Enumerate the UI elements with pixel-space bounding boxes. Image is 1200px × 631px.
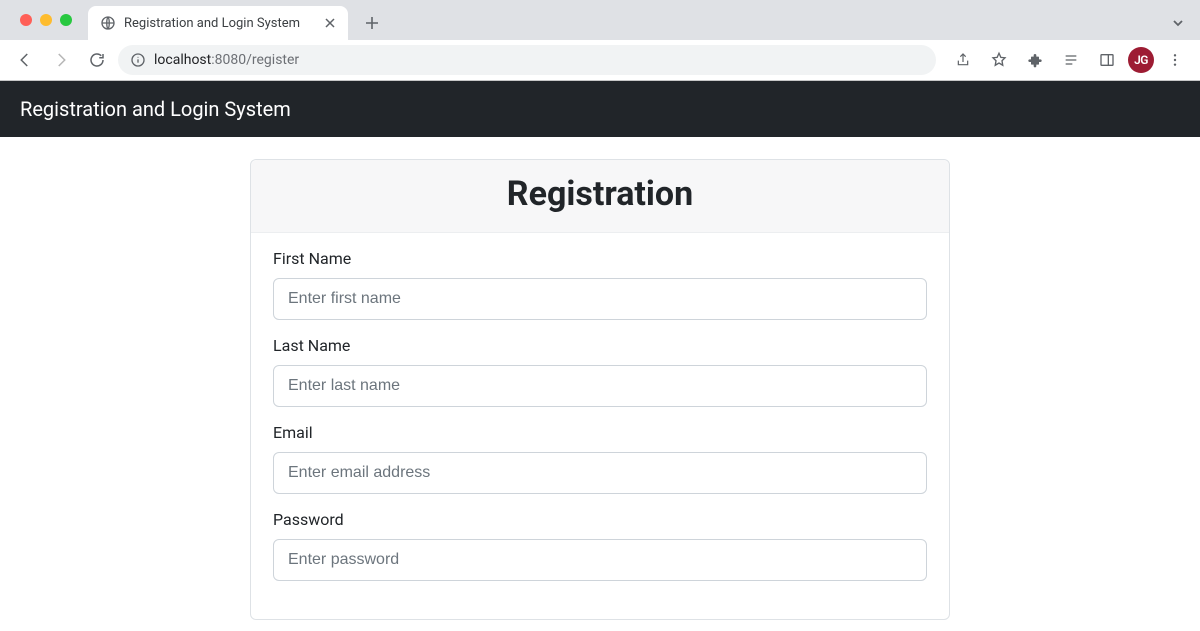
first-name-input[interactable] (273, 278, 927, 320)
page-viewport: Registration and Login System Registrati… (0, 81, 1200, 631)
url-text: localhost:8080/register (154, 52, 299, 68)
card-body: First Name Last Name Email Password (251, 233, 949, 619)
extensions-icon[interactable] (1020, 45, 1050, 75)
browser-toolbar: localhost:8080/register (0, 40, 1200, 80)
form-group-last-name: Last Name (273, 336, 927, 407)
window-close-button[interactable] (20, 14, 32, 26)
window-minimize-button[interactable] (40, 14, 52, 26)
toolbar-actions: JG (942, 45, 1190, 75)
side-panel-icon[interactable] (1092, 45, 1122, 75)
url-host: localhost (154, 52, 211, 68)
browser-chrome: Registration and Login System (0, 0, 1200, 81)
form-group-first-name: First Name (273, 249, 927, 320)
registration-card: Registration First Name Last Name Email … (250, 159, 950, 620)
app-navbar: Registration and Login System (0, 81, 1200, 137)
password-label: Password (273, 510, 927, 529)
form-group-email: Email (273, 423, 927, 494)
form-group-password: Password (273, 510, 927, 581)
email-input[interactable] (273, 452, 927, 494)
profile-avatar[interactable]: JG (1128, 47, 1154, 73)
new-tab-button[interactable] (358, 9, 386, 37)
forward-button[interactable] (46, 45, 76, 75)
navbar-brand[interactable]: Registration and Login System (20, 97, 291, 121)
last-name-label: Last Name (273, 336, 927, 355)
browser-tab[interactable]: Registration and Login System (88, 6, 348, 40)
email-label: Email (273, 423, 927, 442)
tab-strip: Registration and Login System (0, 0, 1200, 40)
card-header: Registration (251, 160, 949, 233)
browser-menu-icon[interactable] (1160, 45, 1190, 75)
back-button[interactable] (10, 45, 40, 75)
tab-title: Registration and Login System (124, 16, 314, 31)
window-controls (10, 0, 82, 40)
last-name-input[interactable] (273, 365, 927, 407)
url-path: :8080/register (211, 52, 299, 68)
reload-button[interactable] (82, 45, 112, 75)
reading-list-icon[interactable] (1056, 45, 1086, 75)
card-title: Registration (261, 174, 939, 214)
content-container: Registration First Name Last Name Email … (250, 159, 950, 620)
site-info-icon[interactable] (130, 52, 146, 68)
globe-icon (100, 15, 116, 31)
window-maximize-button[interactable] (60, 14, 72, 26)
password-input[interactable] (273, 539, 927, 581)
address-bar[interactable]: localhost:8080/register (118, 45, 936, 75)
bookmark-star-icon[interactable] (984, 45, 1014, 75)
tab-close-button[interactable] (322, 15, 338, 31)
avatar-initials: JG (1134, 53, 1148, 67)
first-name-label: First Name (273, 249, 927, 268)
share-icon[interactable] (948, 45, 978, 75)
tab-overflow-button[interactable] (1164, 9, 1192, 37)
